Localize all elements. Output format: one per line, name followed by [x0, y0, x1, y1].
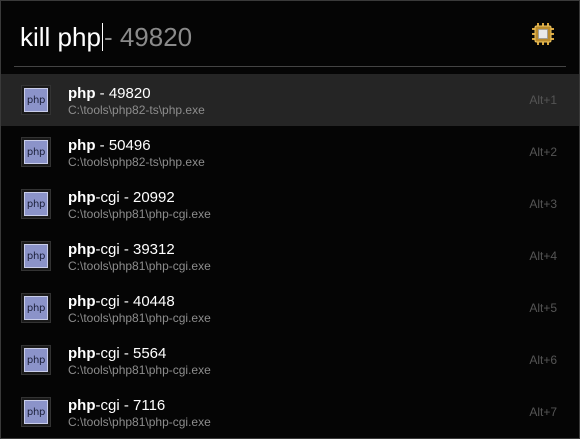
result-path: C:\tools\php81\php-cgi.exe: [68, 207, 211, 221]
result-title-rest: -cgi - 5564: [95, 345, 167, 362]
result-hotkey: Alt+2: [529, 145, 557, 159]
result-hotkey: Alt+5: [529, 301, 557, 315]
result-item[interactable]: php php-cgi - 40448 C:\tools\php81\php-c…: [1, 282, 579, 334]
php-icon: php: [21, 293, 51, 323]
result-title-match: php: [68, 85, 96, 102]
result-title: php - 50496: [68, 137, 151, 155]
result-hotkey: Alt+6: [529, 353, 557, 367]
php-icon-label: php: [24, 348, 48, 372]
result-item[interactable]: php php-cgi - 5564 C:\tools\php81\php-cg…: [1, 334, 579, 386]
result-item[interactable]: php php-cgi - 7116 C:\tools\php81\php-cg…: [1, 386, 579, 438]
query-input[interactable]: kill php - 49820: [20, 21, 192, 53]
result-item[interactable]: php php-cgi - 20992 C:\tools\php81\php-c…: [1, 178, 579, 230]
result-title-match: php: [68, 293, 96, 310]
php-icon: php: [21, 189, 51, 219]
php-icon-label: php: [24, 88, 48, 112]
php-icon: php: [21, 85, 51, 115]
php-icon-label: php: [24, 140, 48, 164]
result-item[interactable]: php php - 49820 C:\tools\php82-ts\php.ex…: [1, 74, 579, 126]
result-title-match: php: [68, 189, 96, 206]
result-title-rest: -cgi - 20992: [95, 189, 175, 206]
result-hotkey: Alt+4: [529, 249, 557, 263]
result-item[interactable]: php php - 50496 C:\tools\php82-ts\php.ex…: [1, 126, 579, 178]
result-path: C:\tools\php82-ts\php.exe: [68, 155, 205, 169]
php-icon-label: php: [24, 400, 48, 424]
php-icon-label: php: [24, 296, 48, 320]
result-title: php - 49820: [68, 85, 151, 103]
text-caret: [101, 23, 103, 51]
result-title-rest: -cgi - 7116: [95, 397, 166, 414]
result-title-match: php: [68, 137, 96, 154]
php-icon: php: [21, 137, 51, 167]
result-title-rest: -cgi - 39312: [95, 241, 175, 258]
result-title: php-cgi - 7116: [68, 397, 165, 415]
result-path: C:\tools\php81\php-cgi.exe: [68, 311, 211, 325]
result-path: C:\tools\php81\php-cgi.exe: [68, 415, 211, 429]
result-hotkey: Alt+7: [529, 405, 557, 419]
processor-chip-icon: [532, 23, 554, 45]
result-title: php-cgi - 40448: [68, 293, 175, 311]
results-list: php php - 49820 C:\tools\php82-ts\php.ex…: [1, 74, 579, 438]
result-title-rest: - 49820: [95, 85, 151, 102]
result-hotkey: Alt+3: [529, 197, 557, 211]
php-icon-label: php: [24, 192, 48, 216]
result-hotkey: Alt+1: [529, 93, 557, 107]
result-title-rest: - 50496: [95, 137, 151, 154]
result-title: php-cgi - 5564: [68, 345, 166, 363]
query-typed-text: kill php: [20, 22, 101, 52]
php-icon: php: [21, 397, 51, 427]
result-path: C:\tools\php82-ts\php.exe: [68, 103, 205, 117]
php-icon: php: [21, 241, 51, 271]
php-icon-label: php: [24, 244, 48, 268]
result-title-match: php: [68, 345, 96, 362]
result-title: php-cgi - 39312: [68, 241, 175, 259]
result-path: C:\tools\php81\php-cgi.exe: [68, 259, 211, 273]
query-bar[interactable]: kill php - 49820: [1, 1, 579, 66]
query-divider: [14, 66, 566, 67]
result-title-match: php: [68, 241, 96, 258]
php-icon: php: [21, 345, 51, 375]
result-title-rest: -cgi - 40448: [95, 293, 175, 310]
query-autocomplete-hint: - 49820: [103, 22, 193, 52]
result-title-match: php: [68, 397, 96, 414]
result-item[interactable]: php php-cgi - 39312 C:\tools\php81\php-c…: [1, 230, 579, 282]
launcher-window: kill php - 49820 php php - 49820 C:\tool…: [0, 0, 580, 439]
result-path: C:\tools\php81\php-cgi.exe: [68, 363, 211, 377]
result-title: php-cgi - 20992: [68, 189, 175, 207]
